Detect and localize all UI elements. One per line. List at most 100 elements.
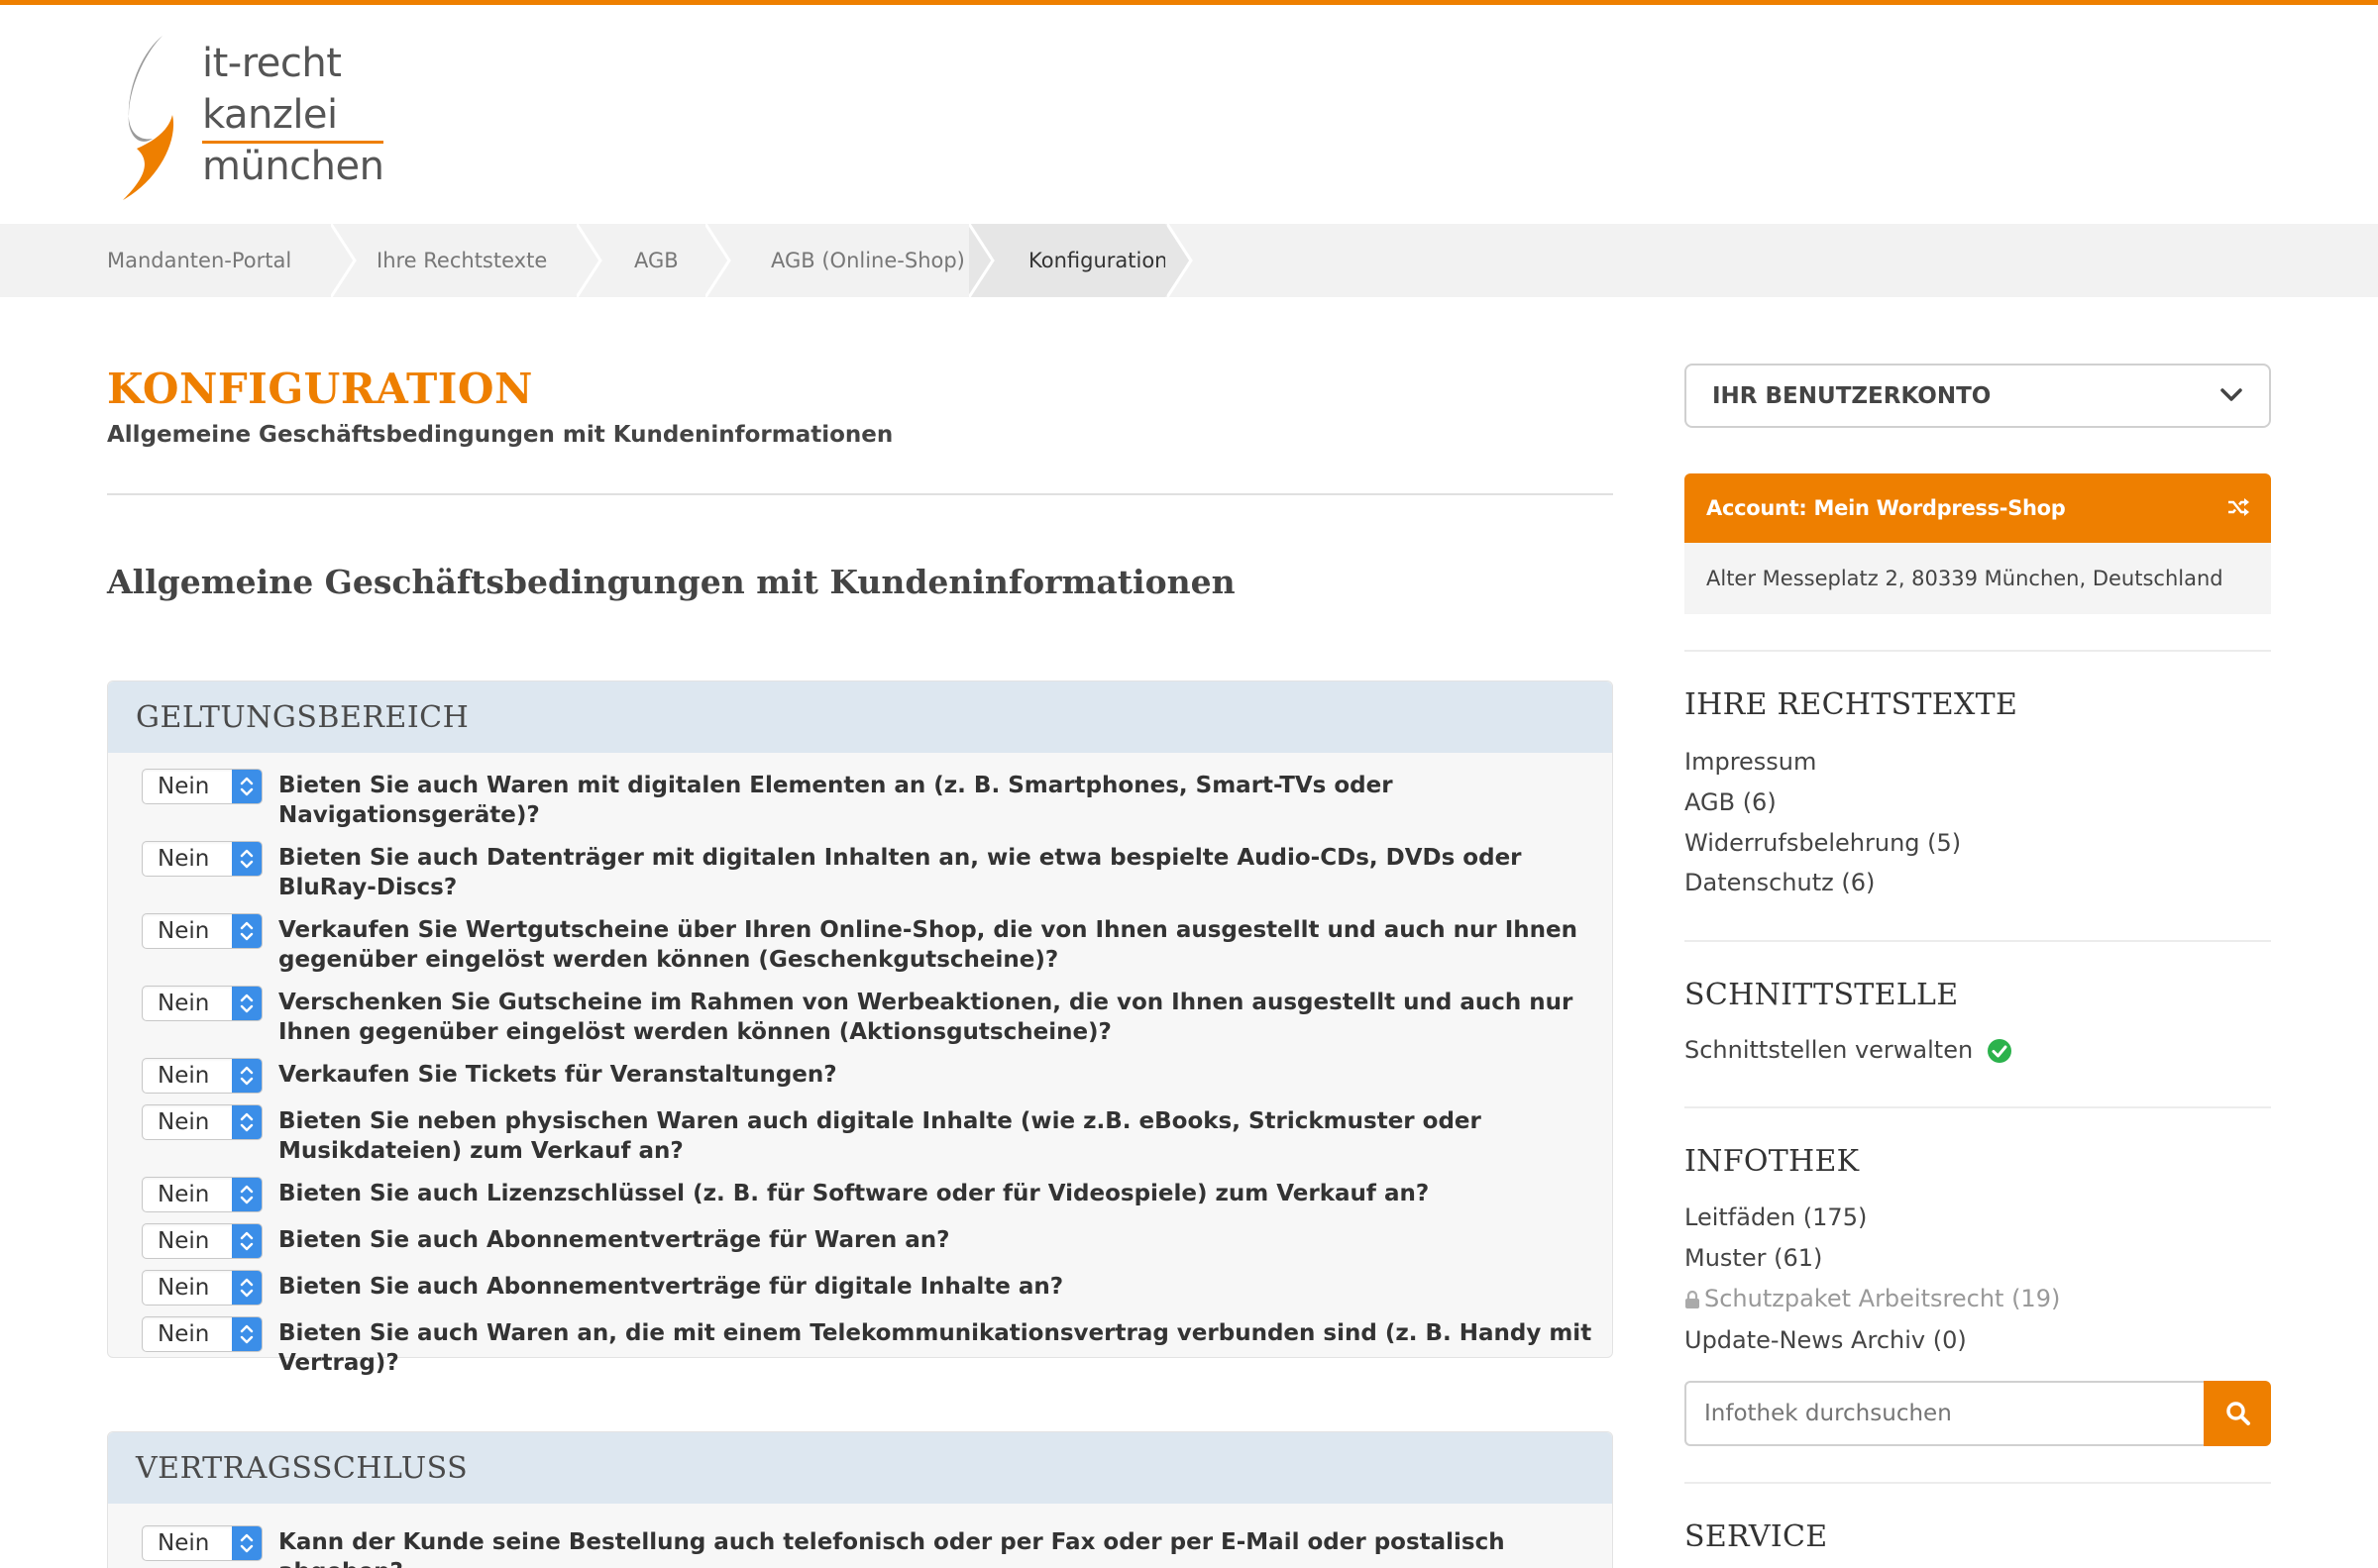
answer-select[interactable]: Nein xyxy=(142,1316,263,1352)
shuffle-icon[interactable] xyxy=(2227,497,2249,517)
answer-select-value: Nein xyxy=(158,1063,210,1089)
service-title: SERVICE xyxy=(1684,1519,1828,1554)
answer-select[interactable]: Nein xyxy=(142,1270,263,1306)
select-arrows-icon xyxy=(232,842,262,876)
question-row: Nein Verkaufen Sie Wertgutscheine über Ih… xyxy=(142,913,1612,975)
question-text: Bieten Sie auch Datenträger mit digitale… xyxy=(278,845,1522,900)
account-name: Account: Mein Wordpress-Shop xyxy=(1706,496,2066,520)
lock-icon xyxy=(1685,1291,1699,1308)
question-list: Nein Kann der Kunde seine Bestellung auch… xyxy=(108,1504,1612,1568)
answer-select-value: Nein xyxy=(158,1109,210,1135)
panel-vertragsschluss: VERTRAGSSCHLUSS Nein Kann der Kunde seine… xyxy=(107,1431,1613,1568)
schutzpaket-label: Schutzpaket Arbeitsrecht (19) xyxy=(1704,1285,2061,1312)
select-arrows-icon xyxy=(232,987,262,1020)
question-text: Verschenken Sie Gutscheine im Rahmen von… xyxy=(278,990,1573,1045)
logo-line-3: münchen xyxy=(202,141,384,189)
page-title: KONFIGURATION xyxy=(107,365,533,413)
answer-select[interactable]: Nein xyxy=(142,986,263,1021)
breadcrumb-item-mandanten-portal[interactable]: Mandanten-Portal xyxy=(0,224,357,297)
breadcrumb-separator-icon xyxy=(331,224,357,297)
answer-select-value: Nein xyxy=(158,918,210,944)
logo[interactable]: it-recht kanzlei münchen xyxy=(107,32,384,202)
question-text: Bieten Sie auch Abonnementverträge für d… xyxy=(278,1274,1064,1300)
question-row: Nein Bieten Sie auch Waren an, die mit ei… xyxy=(142,1316,1612,1378)
sidebar-link-schnittstellen[interactable]: Schnittstellen verwalten xyxy=(1684,1036,2012,1064)
sidebar-link-impressum[interactable]: Impressum xyxy=(1684,748,1816,776)
search-icon xyxy=(2226,1402,2250,1425)
select-arrows-icon xyxy=(232,1271,262,1305)
question-row: Nein Bieten Sie auch Abonnementverträge f… xyxy=(142,1223,1612,1259)
infothek-search xyxy=(1684,1381,2271,1446)
logo-line-2: kanzlei xyxy=(202,92,338,138)
answer-select-value: Nein xyxy=(158,991,210,1016)
sidebar-link-update-news[interactable]: Update-News Archiv (0) xyxy=(1684,1326,1967,1354)
sidebar-link-datenschutz[interactable]: Datenschutz (6) xyxy=(1684,869,1875,896)
search-button[interactable] xyxy=(2204,1381,2271,1446)
page-subtitle: Allgemeine Geschäftsbedingungen mit Kund… xyxy=(107,422,894,448)
answer-select-value: Nein xyxy=(158,774,210,799)
breadcrumb: Mandanten-Portal Ihre Rechtstexte AGB AG… xyxy=(0,224,2378,297)
breadcrumb-label: AGB (Online-Shop) xyxy=(771,249,965,272)
answer-select-value: Nein xyxy=(158,1321,210,1347)
question-text: Kann der Kunde seine Bestellung auch tel… xyxy=(278,1529,1505,1568)
question-text: Verkaufen Sie Wertgutscheine über Ihren … xyxy=(278,917,1578,973)
answer-select[interactable]: Nein xyxy=(142,1223,263,1259)
schnittstellen-label: Schnittstellen verwalten xyxy=(1684,1036,1974,1064)
schnittstelle-title: SCHNITTSTELLE xyxy=(1684,978,1959,1012)
breadcrumb-item-ihre-rechtstexte[interactable]: Ihre Rechtstexte xyxy=(331,224,602,297)
answer-select-value: Nein xyxy=(158,1228,210,1254)
question-row: Nein Kann der Kunde seine Bestellung auch… xyxy=(142,1525,1612,1568)
logo-mark-icon xyxy=(123,36,174,200)
select-arrows-icon xyxy=(232,1317,262,1351)
chevron-down-icon xyxy=(2220,388,2242,401)
answer-select-value: Nein xyxy=(158,1182,210,1207)
breadcrumb-label: Mandanten-Portal xyxy=(107,249,292,272)
sidebar-link-muster[interactable]: Muster (61) xyxy=(1684,1244,1822,1272)
rechtstexte-title: IHRE RECHTSTEXTE xyxy=(1684,687,2018,722)
sidebar-divider xyxy=(1684,1482,2271,1484)
select-arrows-icon xyxy=(232,1178,262,1211)
answer-select[interactable]: Nein xyxy=(142,913,263,949)
answer-select-value: Nein xyxy=(158,1530,210,1556)
sidebar-link-leitfaeden[interactable]: Leitfäden (175) xyxy=(1684,1203,1867,1231)
answer-select[interactable]: Nein xyxy=(142,769,263,804)
answer-select[interactable]: Nein xyxy=(142,1104,263,1140)
question-row: Nein Verschenken Sie Gutscheine im Rahmen… xyxy=(142,986,1612,1047)
question-text: Bieten Sie neben physischen Waren auch d… xyxy=(278,1108,1481,1164)
answer-select[interactable]: Nein xyxy=(142,1525,263,1561)
sidebar-link-schutzpaket[interactable]: Schutzpaket Arbeitsrecht (19) xyxy=(1684,1285,2060,1312)
breadcrumb-separator-icon xyxy=(705,224,731,297)
answer-select[interactable]: Nein xyxy=(142,841,263,877)
answer-select-value: Nein xyxy=(158,1275,210,1301)
breadcrumb-label: Ihre Rechtstexte xyxy=(377,249,548,272)
answer-select[interactable]: Nein xyxy=(142,1058,263,1094)
sidebar-divider xyxy=(1684,1106,2271,1108)
panel-heading: VERTRAGSSCHLUSS xyxy=(108,1432,1612,1504)
question-text: Bieten Sie auch Waren mit digitalen Elem… xyxy=(278,773,1393,828)
account-switcher[interactable]: Account: Mein Wordpress-Shop xyxy=(1684,473,2271,543)
infothek-search-input[interactable] xyxy=(1684,1381,2206,1446)
top-accent-bar xyxy=(0,0,2378,5)
check-circle-icon xyxy=(1987,1039,2011,1063)
section-heading: Allgemeine Geschäftsbedingungen mit Kund… xyxy=(107,563,1236,601)
breadcrumb-item-konfiguration[interactable]: Konfiguration xyxy=(969,224,1193,297)
question-row: Nein Verkaufen Sie Tickets für Veranstalt… xyxy=(142,1058,1612,1094)
breadcrumb-separator-icon xyxy=(1167,224,1193,297)
breadcrumb-item-agb-online-shop[interactable]: AGB (Online-Shop) xyxy=(705,224,995,297)
select-arrows-icon xyxy=(232,1059,262,1093)
breadcrumb-label: Konfiguration xyxy=(1028,249,1168,272)
question-text: Bieten Sie auch Lizenzschlüssel (z. B. f… xyxy=(278,1181,1430,1206)
account-dropdown[interactable]: IHR BENUTZERKONTO xyxy=(1684,364,2271,428)
question-row: Nein Bieten Sie auch Lizenzschlüssel (z. … xyxy=(142,1177,1612,1212)
sidebar-link-agb[interactable]: AGB (6) xyxy=(1684,788,1777,816)
question-row: Nein Bieten Sie neben physischen Waren au… xyxy=(142,1104,1612,1166)
divider xyxy=(107,493,1613,495)
select-arrows-icon xyxy=(232,1526,262,1560)
panel-geltungsbereich: GELTUNGSBEREICH Nein Bieten Sie auch Ware… xyxy=(107,680,1613,1376)
select-arrows-icon xyxy=(232,770,262,803)
sidebar-link-widerrufsbelehrung[interactable]: Widerrufsbelehrung (5) xyxy=(1684,829,1961,857)
panel-heading: GELTUNGSBEREICH xyxy=(108,681,1612,753)
question-row: Nein Bieten Sie auch Waren mit digitalen … xyxy=(142,769,1612,830)
question-list: Nein Bieten Sie auch Waren mit digitalen … xyxy=(108,753,1612,1378)
answer-select[interactable]: Nein xyxy=(142,1177,263,1212)
